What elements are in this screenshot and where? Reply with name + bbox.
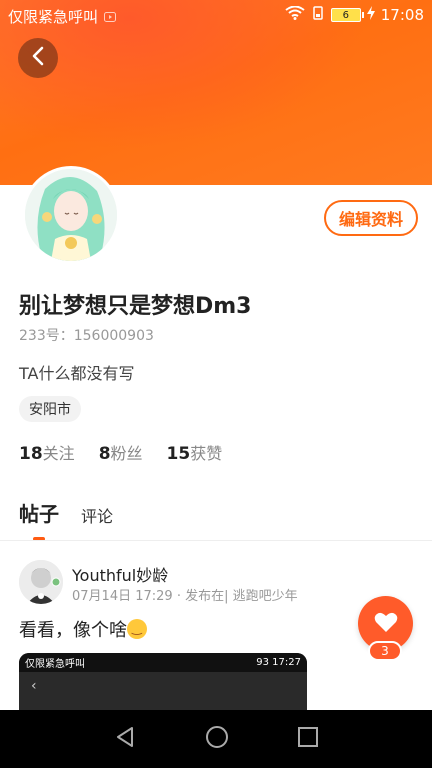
post-image-back-icon: ‹ [31,678,37,694]
following-stat[interactable]: 18关注 [19,440,75,464]
video-icon [104,8,117,26]
smile-emoji-icon [127,619,147,639]
nav-recents-icon[interactable] [297,727,318,751]
location-tag[interactable]: 安阳市 [19,396,81,422]
post-image-time: 17:27 [272,657,301,668]
clock: 17:08 [380,6,424,24]
system-nav-bar [0,710,432,768]
tab-posts[interactable]: 帖子 [19,498,59,541]
status-bar: 仅限紧急呼叫 6 17:08 [0,0,432,32]
likes-label: 获赞 [190,444,223,463]
carrier-text: 仅限紧急呼叫 [8,8,99,26]
username: 别让梦想只是梦想Dm3 [19,294,252,319]
charging-icon [366,6,375,24]
post-image-status-bar: 仅限紧急呼叫 93 17:27 [19,653,307,672]
likes-stat[interactable]: 15获赞 [167,440,223,464]
followers-stat[interactable]: 8粉丝 [99,440,143,464]
post-text: 看看，像个啥 [19,616,147,642]
chevron-left-icon [31,46,45,70]
post-author-avatar[interactable] [19,560,63,604]
profile-stats: 18关注 8粉丝 15获赞 [19,440,222,464]
wifi-icon [285,5,305,24]
battery-level: 6 [342,9,349,21]
followers-label: 粉丝 [110,444,143,463]
post-image-status-right: 93 17:27 [256,657,301,668]
like-count-badge: 3 [368,641,402,661]
bio: TA什么都没有写 [19,364,135,383]
post-image[interactable]: 仅限紧急呼叫 93 17:27 ‹ [19,653,307,713]
nav-back-icon[interactable] [114,726,136,752]
likes-count: 15 [166,444,191,464]
battery-icon: 6 [330,8,364,22]
divider [0,540,432,541]
edit-profile-button[interactable]: 编辑资料 [324,200,418,236]
post-text-content: 看看，像个啥 [19,620,127,641]
heart-icon [374,611,398,637]
user-id: 233号：156000903 [19,328,154,344]
tab-comments[interactable]: 评论 [81,503,113,527]
avatar[interactable] [22,166,120,264]
post-image-carrier: 仅限紧急呼叫 [25,659,85,670]
hotspot-icon [311,6,325,24]
content-tabs: 帖子 评论 [19,498,113,541]
post-image-battery: 93 [256,657,269,668]
back-button[interactable] [18,38,58,78]
followers-count: 8 [98,444,111,464]
following-count: 18 [19,444,43,464]
post-meta: 07月14日 17:29 · 发布在| 逃跑吧少年 [72,589,298,604]
following-label: 关注 [42,444,75,463]
nav-home-icon[interactable] [205,725,229,753]
post-author-name[interactable]: Youthful妙龄 [72,562,168,586]
